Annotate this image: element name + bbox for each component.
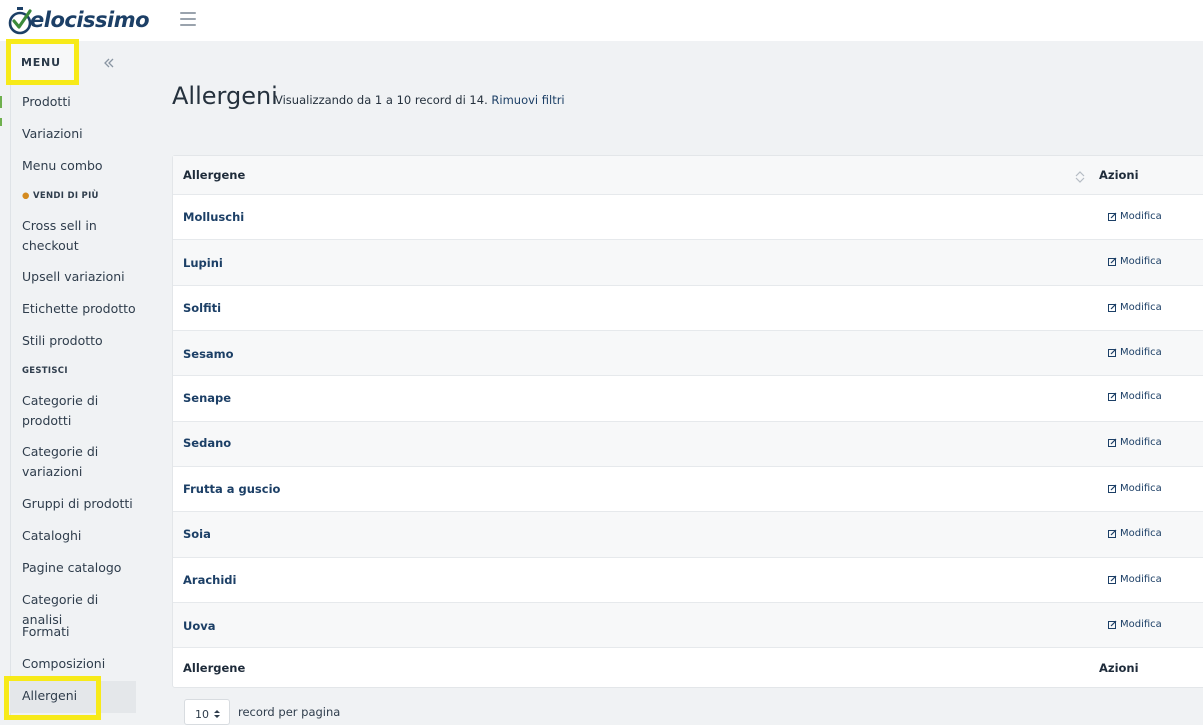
edit-label: Modifica [1120,574,1162,585]
edit-button[interactable]: Modifica [1108,256,1162,267]
edit-button[interactable]: Modifica [1108,574,1162,585]
sidebar-item-upsell-variazioni[interactable]: Upsell variazioni [22,267,137,287]
sidebar-item-categorie-prodotti[interactable]: Categorie di prodotti [22,391,137,431]
edit-button[interactable]: Modifica [1108,391,1162,402]
table-row: Sedano Modifica [173,422,1203,467]
allergen-name[interactable]: Sesamo [183,347,234,361]
money-bag-icon: ● [22,191,30,201]
edit-icon [1108,257,1117,266]
table-row: Sesamo Modifica [173,331,1203,376]
edit-label: Modifica [1120,211,1162,222]
edit-icon [1108,620,1117,629]
table-row: Solfiti Modifica [173,286,1203,331]
sidebar-marker [0,118,2,126]
edit-icon [1108,575,1117,584]
column-header-azioni: Azioni [1099,168,1139,182]
allergens-table: Allergene Azioni Molluschi Modifica Lupi… [172,155,1203,688]
sidebar-item-prodotti[interactable]: Prodotti [22,92,137,112]
edit-label: Modifica [1120,619,1162,630]
edit-button[interactable]: Modifica [1108,437,1162,448]
sidebar-marker [0,96,2,108]
allergen-name[interactable]: Sedano [183,436,231,450]
edit-label: Modifica [1120,483,1162,494]
sort-icon[interactable] [1074,169,1086,183]
edit-button[interactable]: Modifica [1108,302,1162,313]
edit-label: Modifica [1120,391,1162,402]
sidebar-item-formati[interactable]: Formati [22,622,137,642]
edit-button[interactable]: Modifica [1108,528,1162,539]
allergen-name[interactable]: Senape [183,391,231,405]
logo[interactable]: elocissimo [8,3,150,37]
logo-check-icon [8,5,34,35]
column-footer-azioni: Azioni [1099,661,1139,675]
column-header-allergene[interactable]: Allergene [183,168,245,182]
sidebar-item-gruppi-prodotti[interactable]: Gruppi di prodotti [22,494,137,514]
logo-text: elocissimo [30,8,150,32]
record-summary: Visualizzando da 1 a 10 record di 14. Ri… [275,93,565,107]
edit-label: Modifica [1120,437,1162,448]
sidebar-item-etichette-prodotto[interactable]: Etichette prodotto [22,299,137,319]
sidebar-item-cross-sell[interactable]: Cross sell in checkout [22,216,137,256]
table-row: Lupini Modifica [173,240,1203,286]
table-row: Soia Modifica [173,512,1203,558]
allergen-name[interactable]: Frutta a guscio [183,482,280,496]
record-count-text: Visualizzando da 1 a 10 record di 14. [275,93,488,107]
menu-header: MENU [6,39,79,85]
table-row: Frutta a guscio Modifica [173,467,1203,512]
sidebar-item-allergeni[interactable]: Allergeni [22,686,137,706]
edit-icon [1108,392,1117,401]
column-footer-allergene: Allergene [183,661,246,675]
section-sell-more-label: VENDI DI PIÙ [32,191,99,201]
allergen-name[interactable]: Molluschi [183,210,244,224]
edit-button[interactable]: Modifica [1108,619,1162,630]
edit-label: Modifica [1120,347,1162,358]
records-per-page-select[interactable]: 10 [184,699,230,725]
records-per-page-value: 10 [195,708,209,721]
edit-icon [1108,212,1117,221]
edit-button[interactable]: Modifica [1108,483,1162,494]
collapse-sidebar-icon[interactable] [102,55,116,69]
sidebar-item-cataloghi[interactable]: Cataloghi [22,526,137,546]
section-manage: GESTISCI [22,366,68,376]
allergen-name[interactable]: Solfiti [183,301,221,315]
table-row: Uova Modifica [173,603,1203,648]
table-row: Molluschi Modifica [173,195,1203,240]
allergen-name[interactable]: Arachidi [183,573,236,587]
sidebar-item-variazioni[interactable]: Variazioni [22,124,137,144]
edit-icon [1108,529,1117,538]
allergen-name[interactable]: Uova [183,619,216,633]
remove-filters-link[interactable]: Rimuovi filtri [491,93,564,107]
edit-button[interactable]: Modifica [1108,211,1162,222]
edit-icon [1108,438,1117,447]
table-footer-row: Allergene Azioni [173,648,1203,688]
sidebar-item-composizioni[interactable]: Composizioni [22,654,137,674]
allergen-name[interactable]: Soia [183,527,211,541]
top-bar: elocissimo [0,0,1203,41]
sidebar-item-stili-prodotto[interactable]: Stili prodotto [22,331,137,351]
table-row: Senape Modifica [173,376,1203,422]
table-row: Arachidi Modifica [173,558,1203,603]
edit-button[interactable]: Modifica [1108,347,1162,358]
hamburger-menu-icon[interactable] [180,12,196,26]
menu-label: MENU [21,55,61,69]
edit-icon [1108,484,1117,493]
page-title: Allergeni [172,82,278,110]
allergen-name[interactable]: Lupini [183,256,223,270]
sidebar-divider [10,41,11,720]
edit-icon [1108,303,1117,312]
records-per-page-label: record per pagina [238,705,341,719]
sidebar-item-pagine-catalogo[interactable]: Pagine catalogo [22,558,137,578]
edit-label: Modifica [1120,528,1162,539]
edit-label: Modifica [1120,256,1162,267]
sidebar-item-menu-combo[interactable]: Menu combo [22,156,137,176]
select-arrows-icon [214,710,220,718]
edit-label: Modifica [1120,302,1162,313]
section-sell-more: ● VENDI DI PIÙ [22,191,99,201]
table-header-row: Allergene Azioni [173,156,1203,195]
sidebar-item-categorie-variazioni[interactable]: Categorie di variazioni [22,442,137,482]
edit-icon [1108,348,1117,357]
